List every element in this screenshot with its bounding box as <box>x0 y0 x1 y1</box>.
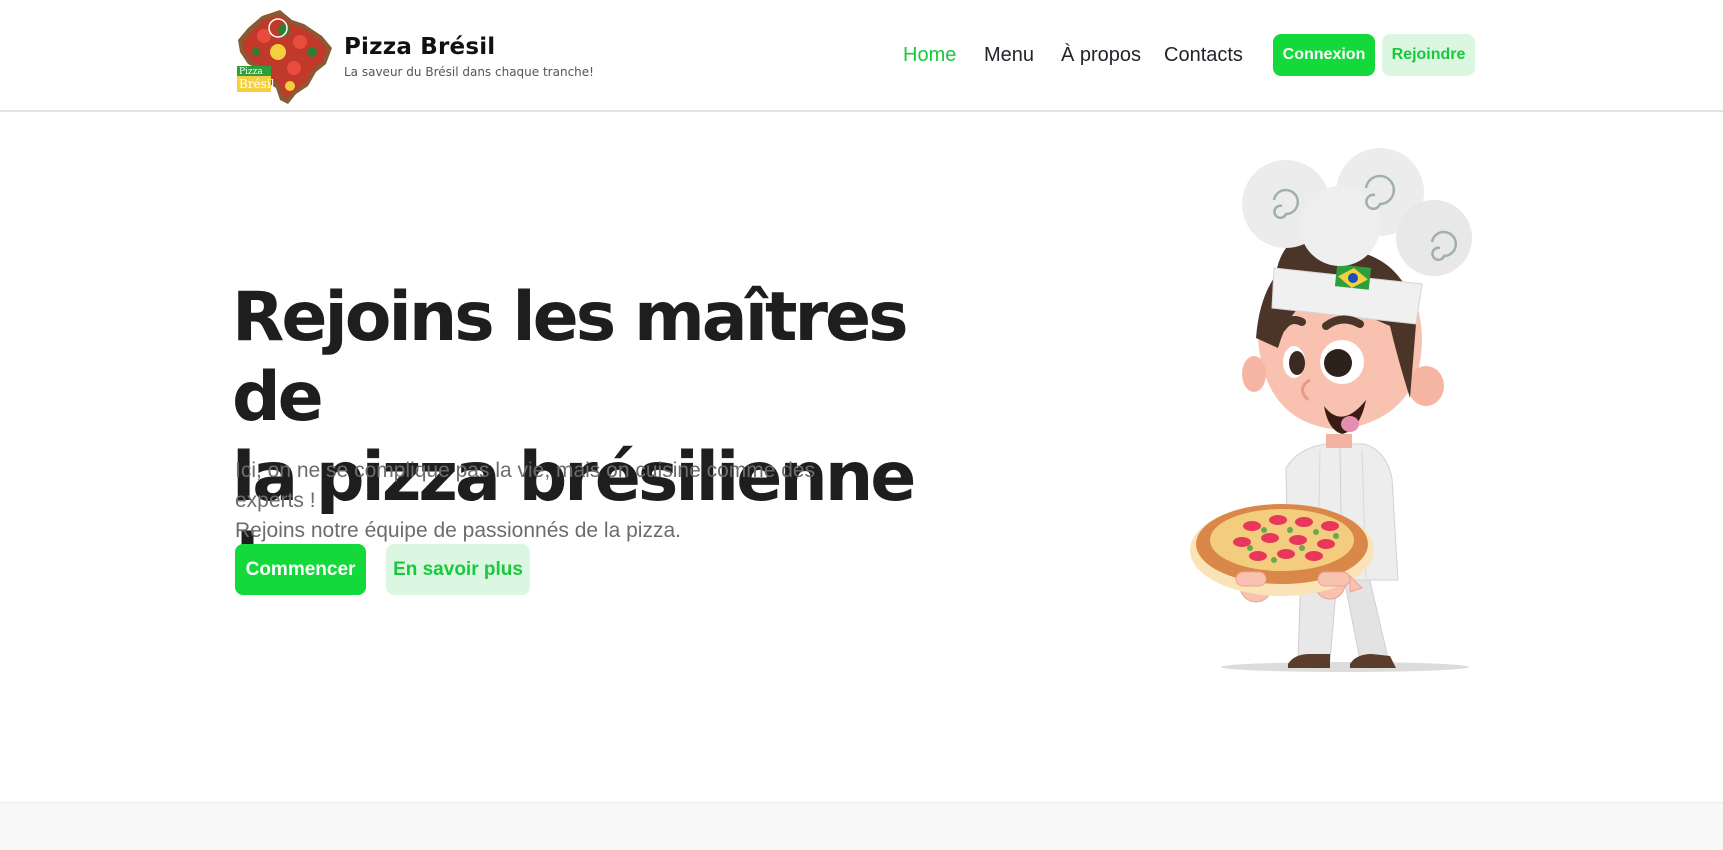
nav-home-link[interactable]: Home <box>903 42 956 68</box>
brazil-map-pizza-logo: Pizza Brésil <box>237 10 332 104</box>
hero-title-line-1: Rejoins les maîtres de <box>232 278 909 437</box>
nav-about-link[interactable]: À propos <box>1061 42 1141 68</box>
start-button[interactable]: Commencer <box>235 544 366 595</box>
brand-home-link[interactable]: Pizza Brésil Pizza Brésil La saveur du B… <box>234 6 594 106</box>
brand-name: Pizza Brésil <box>344 34 496 60</box>
svg-text:Pizza: Pizza <box>239 67 263 77</box>
nav-menu-link[interactable]: Menu <box>984 42 1034 68</box>
learn-more-button[interactable]: En savoir plus <box>386 544 530 595</box>
brand-tagline: La saveur du Brésil dans chaque tranche! <box>344 65 594 79</box>
navbar: Pizza Brésil Pizza Brésil La saveur du B… <box>0 0 1723 112</box>
hero-description-line-2: Rejoins notre équipe de passionnés de la… <box>235 519 681 542</box>
svg-text:Brésil: Brésil <box>239 77 275 91</box>
next-section-band <box>0 802 1723 850</box>
hero-description-line-1: Ici, on ne se complique pas la vie, mais… <box>235 459 816 512</box>
nav-contacts-link[interactable]: Contacts <box>1164 42 1243 68</box>
hero-description: Ici, on ne se complique pas la vie, mais… <box>235 456 875 546</box>
join-button[interactable]: Rejoindre <box>1382 34 1475 76</box>
login-button[interactable]: Connexion <box>1273 34 1375 76</box>
chef-with-pizza-illustration <box>1190 148 1472 672</box>
